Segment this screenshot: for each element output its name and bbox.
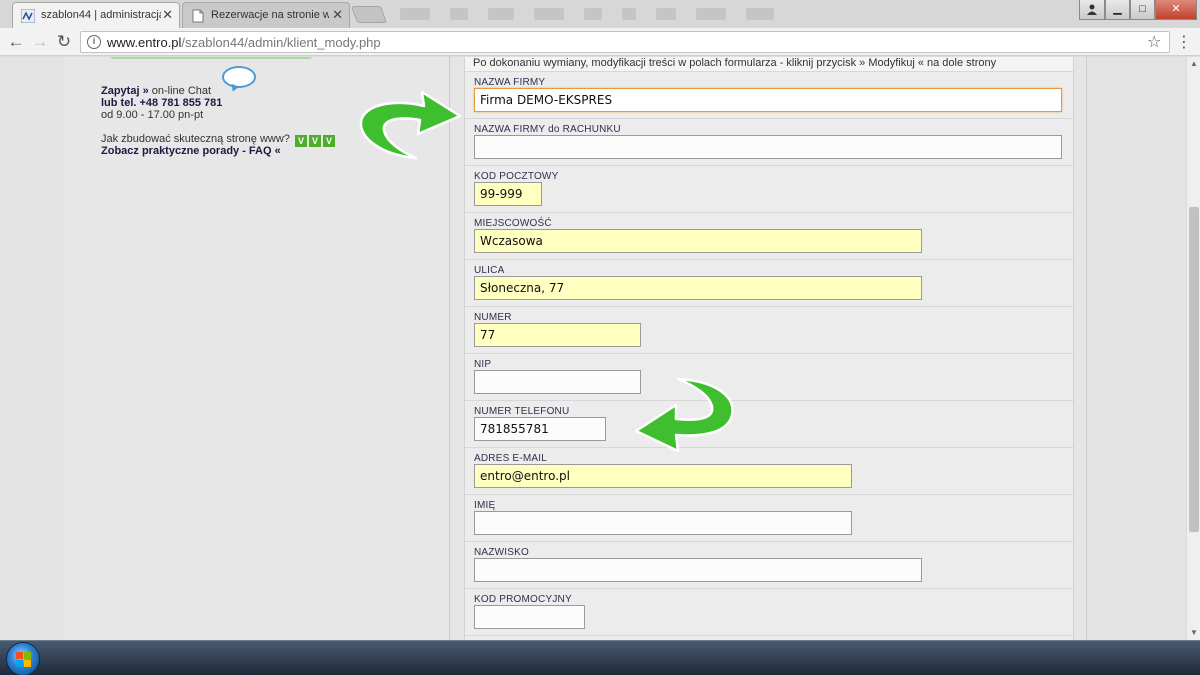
city-input[interactable] [474,229,922,253]
scroll-thumb[interactable] [1189,207,1199,532]
url-bar[interactable]: i www.entro.pl/szablon44/admin/klient_mo… [80,31,1170,53]
field-label: IMIĘ [474,500,496,511]
tip-question: Jak zbudować skuteczną stronę www? [101,133,290,145]
promo-code-input[interactable] [474,605,585,629]
phone-line: lub tel. +48 781 855 781 [101,97,222,109]
field-label: NUMER [474,312,512,323]
nip-input[interactable] [474,370,641,394]
last-name-input[interactable] [474,558,922,582]
field-number: NUMER [465,307,1075,354]
user-icon[interactable] [1079,0,1105,20]
field-label: MIEJSCOWOŚĆ [474,218,552,229]
chat-line[interactable]: Zapytaj » on-line Chat [101,85,211,97]
field-label: NAZWA FIRMY [474,77,546,88]
field-nip: NIP [465,354,1075,401]
field-label: KOD POCZTOWY [474,171,559,182]
tab-title: Rezerwacje na stronie ww [211,9,329,21]
tab-strip: szablon44 | administracja ✕ Rezerwacje n… [0,0,1200,28]
faq-link-text[interactable]: Zobacz praktyczne porady - FAQ « [101,145,281,157]
blurred-toolbar [390,6,1090,22]
chat-bubble-icon[interactable] [222,66,256,88]
page-icon [192,9,204,23]
right-margin [1086,57,1186,640]
forward-button[interactable]: → [30,32,50,52]
tab-szablon44[interactable]: szablon44 | administracja ✕ [12,2,180,28]
windows-taskbar [0,640,1200,675]
url-text: www.entro.pl/szablon44/admin/klient_mody… [107,35,381,50]
close-window-button[interactable]: ✕ [1155,0,1197,20]
faq-link[interactable]: Zobacz praktyczne porady - FAQ « [101,145,281,157]
field-label: NUMER TELEFONU [474,406,570,417]
field-postal-code: KOD POCZTOWY [465,166,1075,213]
office-hours: od 9.00 - 17.00 pn-pt [101,109,204,121]
field-last-name: NAZWISKO [465,542,1075,589]
invoice-company-input[interactable] [474,135,1062,159]
field-first-name: IMIĘ [465,495,1075,542]
field-invoice-company: NAZWA FIRMY do RACHUNKU [465,119,1075,166]
number-input[interactable] [474,323,641,347]
arrow-to-phone-field-icon [634,377,734,453]
arrow-to-company-field-icon [359,90,462,160]
green-banner [108,57,314,59]
info-icon[interactable]: i [87,35,101,49]
chevron-down-icon[interactable]: V [309,135,321,147]
form-instructions: Po dokonaniu wymiany, modyfikacji treści… [465,57,1073,72]
new-tab-button[interactable] [350,6,388,23]
tab-title: szablon44 | administracja [41,9,161,21]
chat-label: on-line Chat [148,85,212,97]
scroll-down-icon[interactable]: ▼ [1187,626,1200,640]
field-email: ADRES E-MAIL [465,448,1075,495]
field-city: MIEJSCOWOŚĆ [465,213,1075,260]
field-company-name: NAZWA FIRMY [465,72,1075,119]
bookmark-star-icon[interactable]: ☆ [1147,32,1161,52]
start-button[interactable] [6,642,40,675]
url-domain: www.entro.pl [107,35,182,50]
client-edit-form: Po dokonaniu wymiany, modyfikacji treści… [464,57,1075,640]
field-label: NAZWA FIRMY do RACHUNKU [474,124,621,135]
phone-input[interactable] [474,417,606,441]
company-name-input[interactable] [474,88,1062,112]
maximize-button[interactable]: □ [1130,0,1155,20]
email-input[interactable] [474,464,852,488]
field-label: NIP [474,359,492,370]
page-content: Zapytaj » on-line Chat lub tel. +48 781 … [0,57,1186,640]
address-toolbar: ← → ↻ i www.entro.pl/szablon44/admin/kli… [0,28,1200,56]
field-label: KOD PROMOCYJNY [474,594,572,605]
field-promo-code: KOD PROMOCYJNY [465,589,1075,636]
scroll-up-icon[interactable]: ▲ [1187,57,1200,71]
chevron-down-icon[interactable]: V [323,135,335,147]
phone-number: lub tel. +48 781 855 781 [101,97,223,109]
tab-rezerwacje[interactable]: Rezerwacje na stronie ww ✕ [182,2,350,28]
back-button[interactable]: ← [6,32,26,52]
chevron-down-icon[interactable]: V [295,135,307,147]
field-street: ULICA [465,260,1075,307]
postal-code-input[interactable] [474,182,542,206]
windows-logo-icon [16,652,32,668]
first-name-input[interactable] [474,511,852,535]
close-tab-icon[interactable]: ✕ [332,7,343,23]
field-phone: NUMER TELEFONU [465,401,1075,448]
browser-menu-icon[interactable]: ⋮ [1176,32,1192,52]
url-path: /szablon44/admin/klient_mody.php [181,35,381,50]
vertical-scrollbar[interactable]: ▲ ▼ [1186,57,1200,640]
street-input[interactable] [474,276,922,300]
reload-button[interactable]: ↻ [54,32,74,52]
close-tab-icon[interactable]: ✕ [162,7,173,23]
field-label: ULICA [474,265,505,276]
site-favicon-icon [21,9,35,23]
field-label: ADRES E-MAIL [474,453,547,464]
ask-link[interactable]: Zapytaj » [101,85,149,97]
field-label: NAZWISKO [474,547,529,558]
minimize-button[interactable]: ▁ [1105,0,1130,20]
